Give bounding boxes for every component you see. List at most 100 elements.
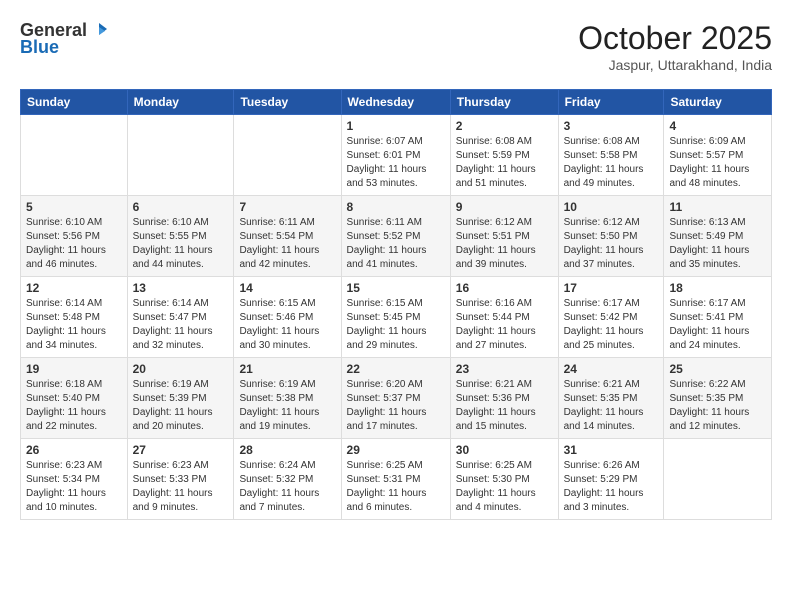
calendar-cell: 19 Sunrise: 6:18 AMSunset: 5:40 PMDayligh… <box>21 358 128 439</box>
day-info: Sunrise: 6:10 AMSunset: 5:56 PMDaylight:… <box>26 216 122 272</box>
calendar-cell: 16 Sunrise: 6:16 AMSunset: 5:44 PMDayligh… <box>450 277 558 358</box>
calendar-cell: 3 Sunrise: 6:08 AMSunset: 5:58 PMDaylight… <box>558 115 664 196</box>
col-header-monday: Monday <box>127 90 234 115</box>
day-info: Sunrise: 6:12 AMSunset: 5:51 PMDaylight:… <box>456 216 553 272</box>
calendar-week-row: 19 Sunrise: 6:18 AMSunset: 5:40 PMDayligh… <box>21 358 772 439</box>
calendar-cell: 20 Sunrise: 6:19 AMSunset: 5:39 PMDayligh… <box>127 358 234 439</box>
calendar-cell: 29 Sunrise: 6:25 AMSunset: 5:31 PMDayligh… <box>341 439 450 520</box>
calendar-week-row: 26 Sunrise: 6:23 AMSunset: 5:34 PMDayligh… <box>21 439 772 520</box>
day-info: Sunrise: 6:09 AMSunset: 5:57 PMDaylight:… <box>669 135 766 191</box>
day-number: 24 <box>564 362 659 376</box>
day-number: 2 <box>456 119 553 133</box>
day-number: 26 <box>26 443 122 457</box>
day-info: Sunrise: 6:12 AMSunset: 5:50 PMDaylight:… <box>564 216 659 272</box>
day-number: 10 <box>564 200 659 214</box>
day-info: Sunrise: 6:14 AMSunset: 5:48 PMDaylight:… <box>26 297 122 353</box>
day-info: Sunrise: 6:21 AMSunset: 5:35 PMDaylight:… <box>564 378 659 434</box>
calendar-cell: 1Sunrise: 6:07 AMSunset: 6:01 PMDaylight… <box>341 115 450 196</box>
calendar-cell: 25 Sunrise: 6:22 AMSunset: 5:35 PMDayligh… <box>664 358 772 439</box>
page-header: General Blue October 2025 Jaspur, Uttara… <box>20 20 772 73</box>
day-number: 25 <box>669 362 766 376</box>
calendar-cell: 21 Sunrise: 6:19 AMSunset: 5:38 PMDayligh… <box>234 358 341 439</box>
day-info: Sunrise: 6:25 AMSunset: 5:31 PMDaylight:… <box>347 459 445 515</box>
col-header-wednesday: Wednesday <box>341 90 450 115</box>
day-info: Sunrise: 6:19 AMSunset: 5:38 PMDaylight:… <box>239 378 335 434</box>
day-info: Sunrise: 6:08 AMSunset: 5:58 PMDaylight:… <box>564 135 659 191</box>
calendar-cell: 24 Sunrise: 6:21 AMSunset: 5:35 PMDayligh… <box>558 358 664 439</box>
calendar-cell <box>127 115 234 196</box>
day-info: Sunrise: 6:08 AMSunset: 5:59 PMDaylight:… <box>456 135 553 191</box>
calendar-header-row: SundayMondayTuesdayWednesdayThursdayFrid… <box>21 90 772 115</box>
day-number: 11 <box>669 200 766 214</box>
day-info: Sunrise: 6:11 AMSunset: 5:52 PMDaylight:… <box>347 216 445 272</box>
day-info: Sunrise: 6:17 AMSunset: 5:42 PMDaylight:… <box>564 297 659 353</box>
calendar-cell: 26 Sunrise: 6:23 AMSunset: 5:34 PMDayligh… <box>21 439 128 520</box>
calendar-cell: 18Sunrise: 6:17 AMSunset: 5:41 PMDayligh… <box>664 277 772 358</box>
day-number: 1 <box>347 119 445 133</box>
calendar-cell: 30 Sunrise: 6:25 AMSunset: 5:30 PMDayligh… <box>450 439 558 520</box>
day-info: Sunrise: 6:14 AMSunset: 5:47 PMDaylight:… <box>133 297 229 353</box>
calendar-cell: 23Sunrise: 6:21 AMSunset: 5:36 PMDayligh… <box>450 358 558 439</box>
day-info: Sunrise: 6:23 AMSunset: 5:34 PMDaylight:… <box>26 459 122 515</box>
calendar-cell: 28 Sunrise: 6:24 AMSunset: 5:32 PMDayligh… <box>234 439 341 520</box>
day-number: 3 <box>564 119 659 133</box>
calendar-cell: 14Sunrise: 6:15 AMSunset: 5:46 PMDayligh… <box>234 277 341 358</box>
day-number: 13 <box>133 281 229 295</box>
day-info: Sunrise: 6:24 AMSunset: 5:32 PMDaylight:… <box>239 459 335 515</box>
day-number: 20 <box>133 362 229 376</box>
day-number: 21 <box>239 362 335 376</box>
day-number: 29 <box>347 443 445 457</box>
calendar-cell: 4 Sunrise: 6:09 AMSunset: 5:57 PMDaylight… <box>664 115 772 196</box>
calendar-cell: 9 Sunrise: 6:12 AMSunset: 5:51 PMDaylight… <box>450 196 558 277</box>
calendar-cell: 5 Sunrise: 6:10 AMSunset: 5:56 PMDaylight… <box>21 196 128 277</box>
day-number: 4 <box>669 119 766 133</box>
calendar-cell: 6 Sunrise: 6:10 AMSunset: 5:55 PMDaylight… <box>127 196 234 277</box>
calendar-cell: 2 Sunrise: 6:08 AMSunset: 5:59 PMDaylight… <box>450 115 558 196</box>
day-number: 27 <box>133 443 229 457</box>
day-number: 8 <box>347 200 445 214</box>
col-header-sunday: Sunday <box>21 90 128 115</box>
day-info: Sunrise: 6:16 AMSunset: 5:44 PMDaylight:… <box>456 297 553 353</box>
calendar-cell: 31Sunrise: 6:26 AMSunset: 5:29 PMDayligh… <box>558 439 664 520</box>
calendar-cell: 7Sunrise: 6:11 AMSunset: 5:54 PMDaylight… <box>234 196 341 277</box>
day-info: Sunrise: 6:13 AMSunset: 5:49 PMDaylight:… <box>669 216 766 272</box>
calendar-cell <box>234 115 341 196</box>
day-info: Sunrise: 6:10 AMSunset: 5:55 PMDaylight:… <box>133 216 229 272</box>
day-info: Sunrise: 6:25 AMSunset: 5:30 PMDaylight:… <box>456 459 553 515</box>
day-number: 16 <box>456 281 553 295</box>
day-info: Sunrise: 6:19 AMSunset: 5:39 PMDaylight:… <box>133 378 229 434</box>
calendar-cell: 10 Sunrise: 6:12 AMSunset: 5:50 PMDayligh… <box>558 196 664 277</box>
day-number: 9 <box>456 200 553 214</box>
calendar-table: SundayMondayTuesdayWednesdayThursdayFrid… <box>20 89 772 520</box>
day-number: 22 <box>347 362 445 376</box>
logo-flag-icon <box>89 21 109 41</box>
calendar-week-row: 5 Sunrise: 6:10 AMSunset: 5:56 PMDaylight… <box>21 196 772 277</box>
day-number: 15 <box>347 281 445 295</box>
day-number: 30 <box>456 443 553 457</box>
day-number: 12 <box>26 281 122 295</box>
col-header-thursday: Thursday <box>450 90 558 115</box>
title-block: October 2025 Jaspur, Uttarakhand, India <box>578 20 772 73</box>
day-info: Sunrise: 6:11 AMSunset: 5:54 PMDaylight:… <box>239 216 335 272</box>
day-number: 5 <box>26 200 122 214</box>
calendar-cell: 15Sunrise: 6:15 AMSunset: 5:45 PMDayligh… <box>341 277 450 358</box>
day-info: Sunrise: 6:22 AMSunset: 5:35 PMDaylight:… <box>669 378 766 434</box>
day-number: 19 <box>26 362 122 376</box>
calendar-cell: 17Sunrise: 6:17 AMSunset: 5:42 PMDayligh… <box>558 277 664 358</box>
day-info: Sunrise: 6:17 AMSunset: 5:41 PMDaylight:… <box>669 297 766 353</box>
calendar-week-row: 1Sunrise: 6:07 AMSunset: 6:01 PMDaylight… <box>21 115 772 196</box>
location-subtitle: Jaspur, Uttarakhand, India <box>578 57 772 73</box>
calendar-cell: 13 Sunrise: 6:14 AMSunset: 5:47 PMDayligh… <box>127 277 234 358</box>
calendar-cell: 8 Sunrise: 6:11 AMSunset: 5:52 PMDaylight… <box>341 196 450 277</box>
logo: General Blue <box>20 20 109 58</box>
col-header-friday: Friday <box>558 90 664 115</box>
logo-blue-text: Blue <box>20 37 59 58</box>
calendar-cell <box>664 439 772 520</box>
day-info: Sunrise: 6:20 AMSunset: 5:37 PMDaylight:… <box>347 378 445 434</box>
day-number: 28 <box>239 443 335 457</box>
day-info: Sunrise: 6:18 AMSunset: 5:40 PMDaylight:… <box>26 378 122 434</box>
day-info: Sunrise: 6:21 AMSunset: 5:36 PMDaylight:… <box>456 378 553 434</box>
day-number: 6 <box>133 200 229 214</box>
col-header-saturday: Saturday <box>664 90 772 115</box>
calendar-cell: 12 Sunrise: 6:14 AMSunset: 5:48 PMDayligh… <box>21 277 128 358</box>
